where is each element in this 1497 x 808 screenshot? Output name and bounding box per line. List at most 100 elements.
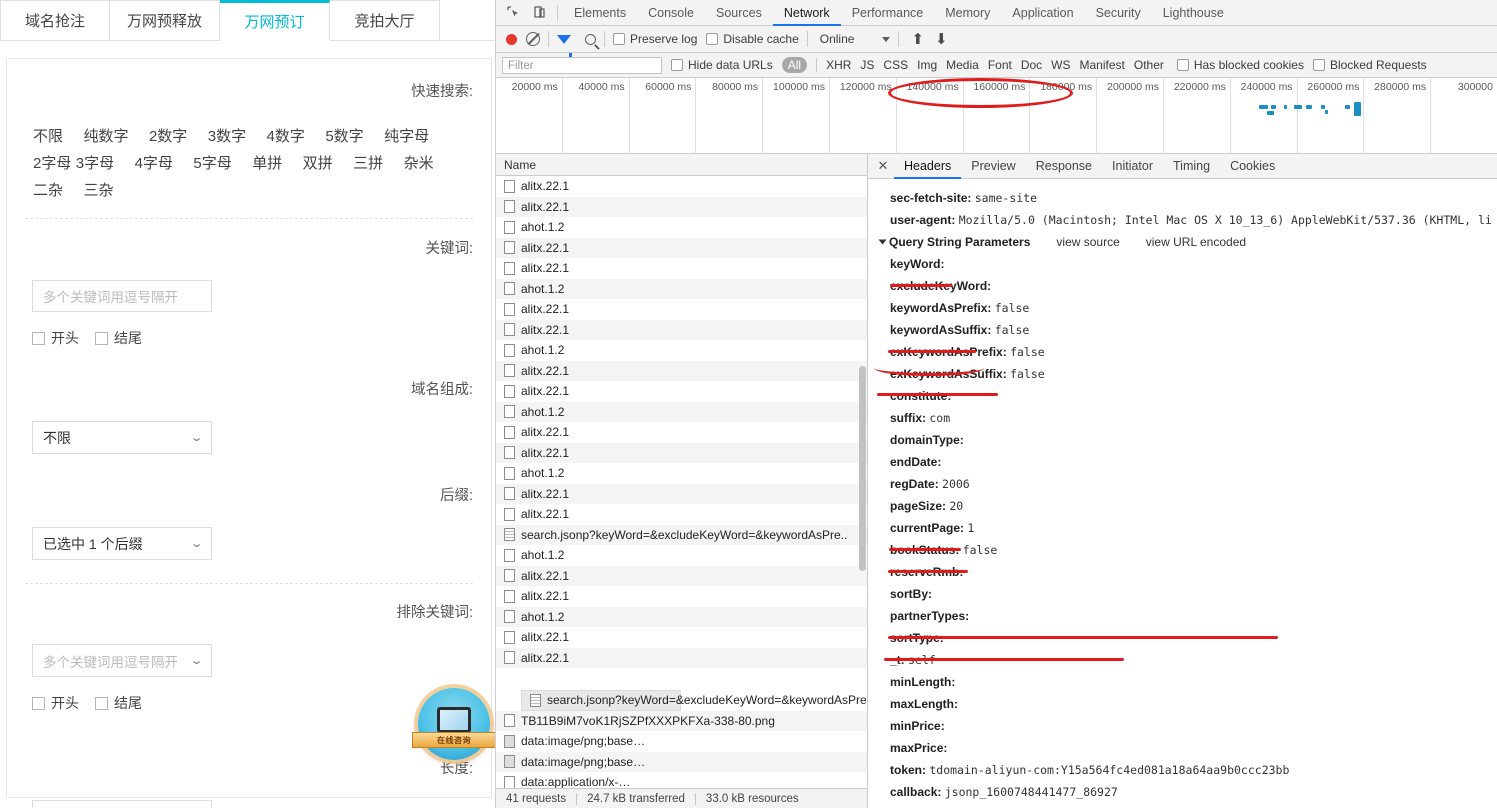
request-list[interactable]: alitx.22.1 alitx.22.1 ahot.1.2 alitx.22.… [496, 176, 867, 788]
view-source-link[interactable]: view source [1056, 231, 1119, 253]
request-row[interactable]: alitx.22.1 [496, 176, 867, 197]
close-icon[interactable]: ✕ [872, 158, 894, 174]
request-row[interactable]: data:image/png;base… [496, 751, 867, 772]
filter-icon[interactable] [557, 34, 572, 57]
quick-tag[interactable]: 单拼 [252, 150, 282, 177]
record-icon[interactable] [506, 33, 517, 45]
devtools-tab-elements[interactable]: Elements [563, 0, 637, 26]
request-row[interactable]: alitx.22.1 [496, 442, 867, 463]
devtools-tab-lighthouse[interactable]: Lighthouse [1152, 0, 1235, 26]
request-row[interactable]: alitx.22.1 [496, 586, 867, 607]
request-list-scrollbar[interactable] [859, 366, 866, 571]
devtools-tab-sources[interactable]: Sources [705, 0, 773, 26]
keyword-input[interactable]: 多个关键词用逗号隔开 [32, 280, 212, 312]
filter-input[interactable]: Filter [502, 56, 662, 74]
request-row[interactable]: alitx.22.1 [496, 422, 867, 443]
filter-type-ws[interactable]: WS [1051, 58, 1070, 72]
request-row[interactable]: ahot.1.2 [496, 463, 867, 484]
hide-data-urls-checkbox[interactable]: Hide data URLs [671, 58, 773, 72]
request-row[interactable]: ahot.1.2 [496, 606, 867, 627]
quick-tag[interactable]: 5字母 [193, 150, 231, 177]
request-row-search-jsonp[interactable]: search.jsonp?keyWord=&excludeKeyWord=&ke… [496, 524, 867, 545]
request-row[interactable]: alitx.22.1 [496, 483, 867, 504]
filter-type-css[interactable]: CSS [883, 58, 908, 72]
chevron-down-icon[interactable] [878, 239, 887, 245]
request-row[interactable]: alitx.22.1 [496, 627, 867, 648]
devtools-tab-security[interactable]: Security [1085, 0, 1152, 26]
request-row-search-jsonp-selected[interactable]: search.jsonp?keyWord=&excludeKeyWord=&ke… [521, 690, 867, 711]
quick-tag[interactable]: 2字母 [33, 150, 71, 177]
quick-tag[interactable]: 3字母 [76, 150, 114, 177]
has-blocked-cookies-checkbox[interactable]: Has blocked cookies [1176, 58, 1304, 72]
request-row[interactable]: alitx.22.1 [496, 237, 867, 258]
filter-type-manifest[interactable]: Manifest [1080, 58, 1125, 72]
throttling-select[interactable]: Online [816, 32, 891, 46]
filter-type-font[interactable]: Font [988, 58, 1012, 72]
tab-pre-order[interactable]: 万网预订 [220, 0, 330, 41]
filter-type-xhr[interactable]: XHR [826, 58, 851, 72]
query-string-section-header[interactable]: Query String Parameters view source view… [878, 231, 1497, 253]
devtools-tab-console[interactable]: Console [637, 0, 705, 26]
request-row[interactable]: ahot.1.2 [496, 340, 867, 361]
detail-tab-initiator[interactable]: Initiator [1102, 154, 1163, 179]
request-row[interactable]: ahot.1.2 [496, 545, 867, 566]
tab-auction-hall[interactable]: 竞拍大厅 [330, 0, 440, 41]
filter-type-other[interactable]: Other [1134, 58, 1164, 72]
filter-type-doc[interactable]: Doc [1021, 58, 1042, 72]
request-row[interactable]: alitx.22.1 [496, 381, 867, 402]
exclude-suffix-checkbox[interactable]: 结尾 [95, 693, 142, 713]
detail-tab-preview[interactable]: Preview [961, 154, 1025, 179]
export-har-icon[interactable]: ⬇ [931, 30, 952, 48]
quick-tag[interactable]: 4字母 [135, 150, 173, 177]
request-row[interactable]: TB11B9iM7voK1RjSZPfXXXPKFXa-338-80.png [496, 710, 867, 731]
request-row[interactable]: ahot.1.2 [496, 401, 867, 422]
devtools-tab-performance[interactable]: Performance [841, 0, 935, 26]
filter-type-js[interactable]: JS [860, 58, 874, 72]
filter-type-media[interactable]: Media [946, 58, 979, 72]
inspect-element-icon[interactable] [500, 1, 526, 25]
detail-tab-headers[interactable]: Headers [894, 154, 961, 179]
filter-type-img[interactable]: Img [917, 58, 937, 72]
quick-tag[interactable]: 二杂 [33, 177, 63, 204]
quick-tag[interactable]: 三拼 [353, 150, 383, 177]
request-row[interactable]: data:application/x-… [496, 772, 867, 788]
quick-tag[interactable]: 三杂 [83, 177, 113, 204]
tab-pre-release[interactable]: 万网预释放 [110, 0, 220, 41]
devtools-tab-memory[interactable]: Memory [934, 0, 1001, 26]
clear-icon[interactable] [526, 32, 540, 46]
blocked-requests-checkbox[interactable]: Blocked Requests [1312, 58, 1427, 72]
quick-tag[interactable]: 5数字 [325, 123, 363, 150]
keyword-prefix-checkbox[interactable]: 开头 [32, 328, 79, 348]
quick-tag[interactable]: 3数字 [208, 123, 246, 150]
request-row[interactable]: data:image/png;base… [496, 731, 867, 752]
quick-tag[interactable]: 4数字 [267, 123, 305, 150]
request-row[interactable]: alitx.22.1 [496, 299, 867, 320]
detail-tab-timing[interactable]: Timing [1163, 154, 1220, 179]
detail-tab-response[interactable]: Response [1026, 154, 1102, 179]
preserve-log-checkbox[interactable]: Preserve log [613, 32, 697, 46]
request-row[interactable]: alitx.22.1 [496, 258, 867, 279]
request-list-header[interactable]: Name [496, 154, 867, 176]
online-consult-badge[interactable]: 在线咨询 [412, 688, 496, 760]
import-har-icon[interactable]: ⬆ [907, 30, 928, 48]
request-row[interactable]: alitx.22.1 [496, 504, 867, 525]
keyword-suffix-checkbox[interactable]: 结尾 [95, 328, 142, 348]
view-url-encoded-link[interactable]: view URL encoded [1146, 231, 1246, 253]
request-row[interactable]: alitx.22.1 [496, 196, 867, 217]
quick-tag[interactable]: 不限 [33, 123, 63, 150]
request-row[interactable]: alitx.22.1 [496, 647, 867, 668]
device-toolbar-icon[interactable] [526, 1, 552, 25]
quick-tag[interactable]: 纯字母 [384, 123, 429, 150]
tab-domain-grab[interactable]: 域名抢注 [0, 0, 110, 41]
devtools-tab-application[interactable]: Application [1001, 0, 1084, 26]
request-row[interactable]: alitx.22.1 [496, 319, 867, 340]
search-icon[interactable] [585, 33, 596, 45]
detail-tab-cookies[interactable]: Cookies [1220, 154, 1285, 179]
exclude-keyword-input[interactable]: 多个关键词用逗号隔开 ⌄ [32, 644, 212, 677]
length-select[interactable]: 不限 ⌄ [32, 800, 212, 808]
devtools-tab-network[interactable]: Network [773, 0, 841, 26]
suffix-select[interactable]: 已选中 1 个后缀 ⌄ [32, 527, 212, 560]
quick-tag[interactable]: 2数字 [149, 123, 187, 150]
quick-tag[interactable]: 杂米 [404, 150, 434, 177]
quick-tag[interactable]: 双拼 [303, 150, 333, 177]
